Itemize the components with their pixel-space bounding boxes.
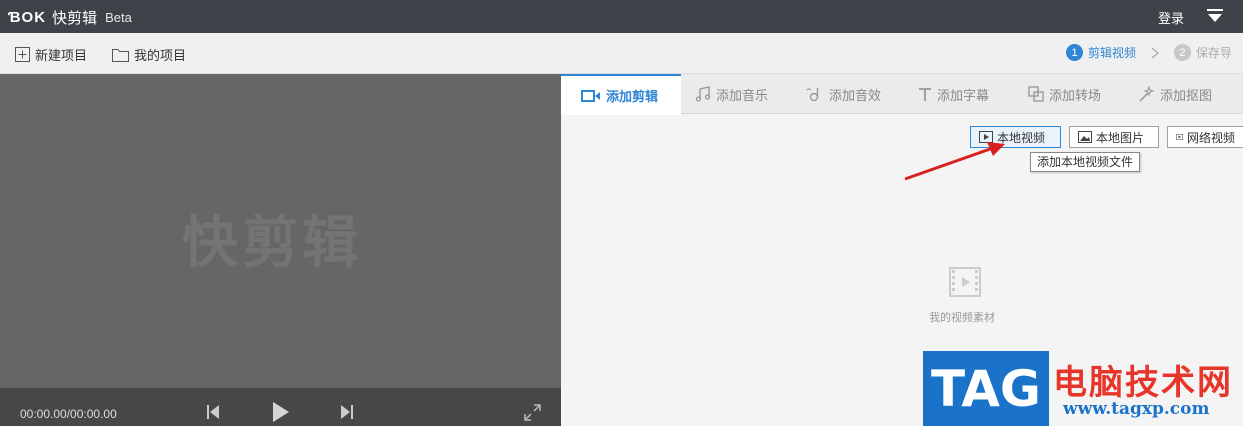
tab-label: 添加音效 [829,87,882,103]
site-name: 电脑技术网 [1053,364,1233,402]
local-video-tooltip: 添加本地视频文件 [1030,152,1141,172]
tab-add-sound-effect[interactable]: 添加音效 [806,74,881,114]
tab-label: 添加转场 [1049,87,1102,103]
local-image-label: 本地图片 [1096,130,1145,145]
tab-label: 添加剪辑 [606,89,659,104]
dropdown-menu-icon[interactable] [1207,9,1223,23]
my-projects-label: 我的项目 [134,48,187,63]
skip-forward-icon[interactable] [340,404,354,420]
tab-add-cutout[interactable]: 添加抠图 [1138,74,1212,114]
login-button[interactable]: 登录 [1158,8,1184,27]
annotation-arrow [904,142,1005,181]
skip-back-icon[interactable] [206,404,220,420]
step-save-export[interactable]: 2 保存导 [1174,44,1232,61]
beta-label: Beta [105,10,132,25]
tab-label: 添加音乐 [716,87,769,103]
site-url: www.tagxp.com [1063,399,1210,419]
tab-label: 添加抠图 [1160,87,1213,103]
web-video-button[interactable]: 网络视频 [1167,126,1243,148]
local-image-button[interactable]: 本地图片 [1069,126,1159,148]
film-strip-icon [949,267,981,297]
web-video-icon [1176,134,1183,140]
folder-icon [112,48,129,62]
tab-add-subtitle[interactable]: 添加字幕 [918,74,989,114]
step-label: 剪辑视频 [1088,46,1137,60]
tab-add-clip[interactable]: 添加剪辑 [561,74,681,115]
web-video-label: 网络视频 [1186,130,1235,145]
music-note-icon [695,86,711,102]
workflow-steps: 1 剪辑视频 2 保存导 [1066,44,1232,61]
video-camera-icon [581,89,600,102]
tab-add-music[interactable]: 添加音乐 [695,74,768,114]
transition-icon [1028,86,1044,102]
step-number: 2 [1174,44,1192,61]
preview-watermark: 快剪辑 [182,211,362,274]
text-t-icon [919,87,931,101]
sound-effect-icon [806,88,819,102]
playback-controls: 00:00.00/00:00.00 [0,388,561,426]
media-tabs: 添加剪辑 添加音乐 添加音效 添加字幕 添加转场 添加抠图 [561,74,1243,115]
step-number: 1 [1066,44,1083,61]
step-label: 保存导 [1196,46,1233,60]
step-edit-video[interactable]: 1 剪辑视频 [1066,44,1136,61]
plus-box-icon [15,47,30,62]
tab-add-transition[interactable]: 添加转场 [1028,74,1101,114]
empty-media-label: 我的视频素材 [929,312,995,324]
tag-logo: TAG [923,351,1049,426]
new-project-label: 新建项目 [35,48,88,63]
video-preview-panel: 快剪辑 00:00.00/00:00.00 [0,74,561,426]
image-file-icon [1078,131,1092,143]
chevron-right-icon [1151,47,1160,58]
site-watermark-badge: TAG 电脑技术网 www.tagxp.com [923,351,1243,426]
tab-label: 添加字幕 [937,87,990,103]
play-icon[interactable] [272,401,290,423]
new-project-button[interactable]: 新建项目 [15,45,87,64]
fullscreen-icon[interactable] [524,404,541,421]
project-toolbar: 新建项目 我的项目 1 剪辑视频 2 保存导 [0,33,1243,74]
app-logo: ƁOK 快剪辑 Beta [8,7,132,28]
app-name: 快剪辑 [52,10,98,27]
my-projects-button[interactable]: 我的项目 [112,45,186,64]
cutout-icon [1139,85,1155,102]
logo-mark: ƁOK [8,9,47,26]
title-bar: ƁOK 快剪辑 Beta 登录 [0,0,1243,33]
timecode-display: 00:00.00/00:00.00 [20,407,117,421]
